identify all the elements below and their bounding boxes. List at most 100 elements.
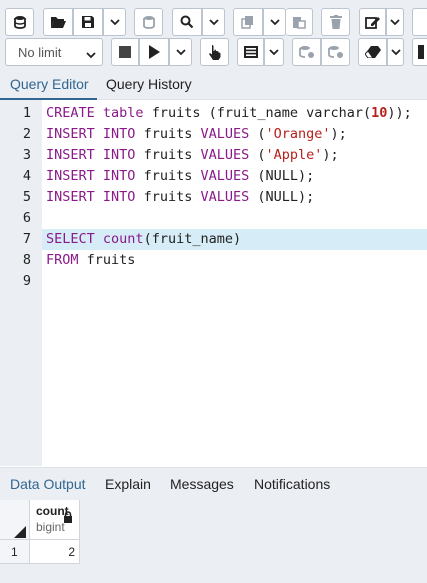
- database-button[interactable]: [5, 8, 34, 36]
- sql-text: (fruit_name): [143, 231, 242, 247]
- code-line[interactable]: 3 INSERT INTO fruits VALUES ('Apple');: [0, 145, 427, 166]
- find-button[interactable]: [172, 8, 202, 36]
- stop-button[interactable]: [111, 38, 139, 66]
- tab-explain[interactable]: Explain: [105, 476, 151, 492]
- column-type: bigint: [36, 520, 65, 534]
- tab-data-output[interactable]: Data Output: [10, 476, 86, 492]
- macros-dropdown-button[interactable]: [264, 38, 284, 66]
- explain-button[interactable]: [200, 38, 229, 66]
- edit-dropdown-button[interactable]: [386, 8, 404, 36]
- sql-keyword: INTO: [102, 168, 136, 184]
- code-line[interactable]: 4 INSERT INTO fruits VALUES (NULL);: [0, 166, 427, 187]
- save-dropdown-button[interactable]: [103, 8, 126, 36]
- chevron-down-icon: [390, 18, 400, 26]
- find-dropdown-button[interactable]: [202, 8, 225, 36]
- copy-dropdown-button[interactable]: [263, 8, 286, 36]
- execute-dropdown-button[interactable]: [169, 38, 192, 66]
- line-number: 2: [22, 126, 31, 142]
- sql-keyword: VALUES: [200, 189, 250, 205]
- eraser-icon: [364, 46, 381, 58]
- download-icon: [416, 45, 424, 59]
- row-number[interactable]: 1: [0, 540, 30, 564]
- row-limit-select[interactable]: No limit: [5, 38, 103, 66]
- sql-text: );: [322, 147, 339, 163]
- sql-keyword: CREATE: [46, 105, 95, 121]
- code-text: FROM fruits: [42, 250, 427, 271]
- sql-keyword: SELECT: [46, 231, 95, 247]
- commit-button[interactable]: [292, 38, 321, 66]
- overflow-button[interactable]: [412, 8, 427, 36]
- sql-text: (: [249, 147, 266, 163]
- grid-corner[interactable]: [0, 500, 30, 540]
- sql-text: fruits: [135, 189, 201, 205]
- tab-messages[interactable]: Messages: [170, 476, 234, 492]
- code-line[interactable]: 9: [0, 271, 427, 292]
- code-line[interactable]: 5 INSERT INTO fruits VALUES (NULL);: [0, 187, 427, 208]
- code-line[interactable]: 7 SELECT count(fruit_name): [0, 229, 427, 250]
- delete-icon: [329, 15, 342, 29]
- output-tabs: Data Output Explain Messages Notificatio…: [0, 467, 427, 502]
- line-number: 4: [22, 168, 31, 184]
- code-line[interactable]: 2 INSERT INTO fruits VALUES ('Orange');: [0, 124, 427, 145]
- sql-text: (: [249, 126, 266, 142]
- line-number: 8: [22, 252, 31, 268]
- table-cell[interactable]: 2: [30, 540, 80, 564]
- code-text: INSERT INTO fruits VALUES (NULL);: [42, 187, 427, 208]
- code-line[interactable]: 8 FROM fruits: [0, 250, 427, 271]
- save-icon: [81, 15, 95, 29]
- sql-editor[interactable]: 1 CREATE table fruits (fruit_name varchar…: [0, 100, 427, 466]
- line-number: 1: [22, 105, 31, 121]
- sql-keyword: VALUES: [200, 126, 250, 142]
- edit-button[interactable]: [359, 8, 386, 36]
- execute-button[interactable]: [139, 38, 169, 66]
- sql-keyword: INSERT: [46, 147, 95, 163]
- open-folder-icon: [50, 15, 66, 29]
- lock-icon: [63, 510, 73, 528]
- pointer-icon: [208, 44, 222, 60]
- sql-keyword: INSERT: [46, 126, 95, 142]
- code-line[interactable]: 6: [0, 208, 427, 229]
- chevron-down-icon: [86, 47, 96, 62]
- copy-button[interactable]: [233, 8, 263, 36]
- query-toolbar: No limit: [0, 0, 427, 72]
- sql-keyword: VALUES: [200, 147, 250, 163]
- database-icon: [13, 15, 27, 29]
- code-line[interactable]: 1 CREATE table fruits (fruit_name varchar…: [0, 103, 427, 124]
- macros-button[interactable]: [237, 38, 264, 66]
- paste-button[interactable]: [286, 8, 313, 36]
- chevron-down-icon: [208, 18, 219, 26]
- delete-button[interactable]: [321, 8, 350, 36]
- rollback-button[interactable]: [321, 38, 350, 66]
- server-button[interactable]: [134, 8, 163, 36]
- stop-icon: [119, 46, 131, 58]
- clear-button[interactable]: [358, 38, 387, 66]
- chevron-down-icon: [269, 18, 280, 26]
- line-number: 5: [22, 189, 31, 205]
- sql-number: 10: [371, 105, 388, 121]
- sql-text: fruits: [135, 126, 201, 142]
- tab-notifications[interactable]: Notifications: [254, 476, 330, 492]
- sql-keyword: INTO: [102, 189, 136, 205]
- edit-icon: [364, 15, 381, 29]
- column-header-count[interactable]: count bigint: [30, 500, 80, 540]
- code-text: CREATE table fruits (fruit_name varchar(…: [42, 103, 427, 124]
- open-file-button[interactable]: [43, 8, 73, 36]
- sql-text: fruits: [78, 252, 136, 268]
- tab-query-editor[interactable]: Query Editor: [10, 76, 89, 92]
- sql-keyword: count: [102, 231, 144, 247]
- download-button[interactable]: [412, 38, 427, 66]
- clear-dropdown-button[interactable]: [387, 38, 404, 66]
- chevron-down-icon: [390, 48, 401, 56]
- sql-string: 'Orange': [265, 126, 331, 142]
- code-text: INSERT INTO fruits VALUES ('Orange');: [42, 124, 427, 145]
- tab-query-history[interactable]: Query History: [106, 76, 192, 92]
- save-button[interactable]: [73, 8, 103, 36]
- chevron-down-icon: [109, 18, 120, 26]
- line-number: 3: [22, 147, 31, 163]
- sql-text: ));: [387, 105, 412, 121]
- list-icon: [243, 46, 258, 58]
